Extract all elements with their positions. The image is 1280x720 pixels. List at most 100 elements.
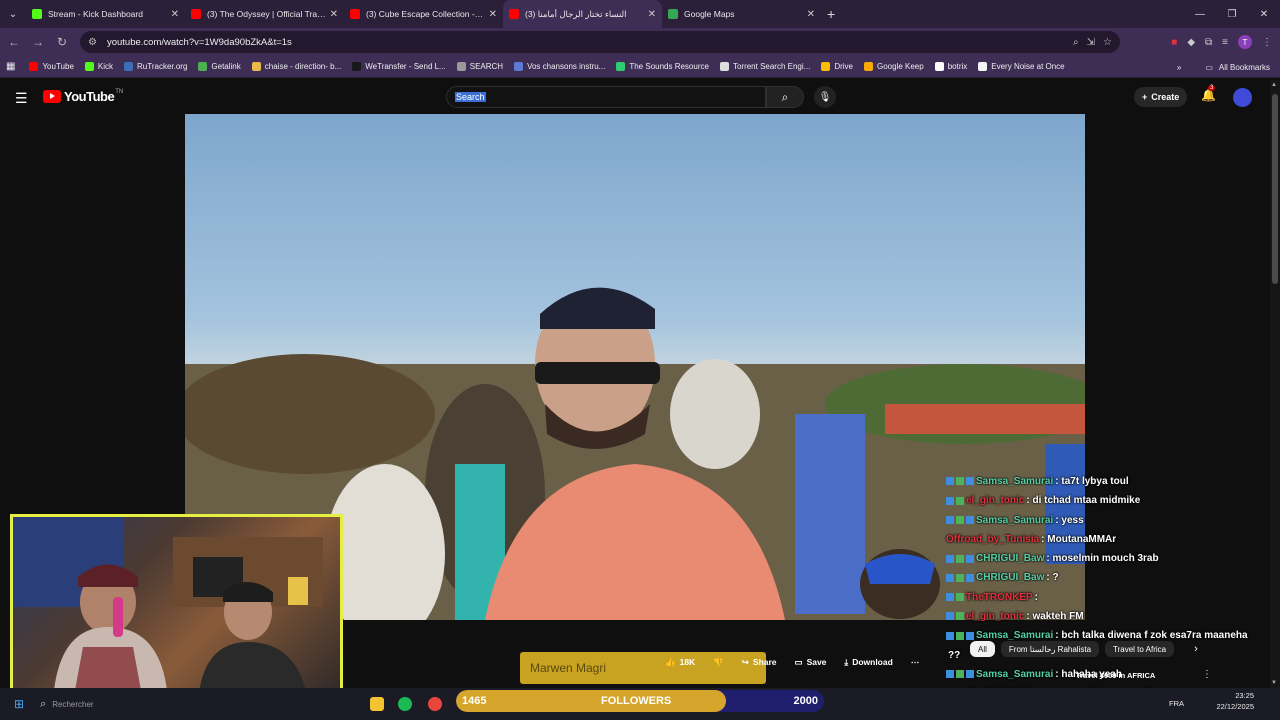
bookmark-item[interactable]: chaise - direction- b... (251, 62, 341, 71)
notifications-button[interactable]: 🔔 3 (1201, 85, 1216, 102)
site-info-icon[interactable]: ⚙ (88, 37, 97, 48)
close-tab-icon[interactable]: ✕ (171, 9, 179, 20)
forward-icon[interactable]: → (26, 35, 50, 49)
close-tab-icon[interactable]: ✕ (807, 9, 815, 20)
search-input[interactable]: Search (446, 86, 766, 108)
bookmark-item[interactable]: Torrent Search Engi... (719, 62, 810, 71)
install-icon[interactable]: ⇲ (1087, 37, 1095, 48)
up-next-title[interactable]: Travel 4000 in AFRICA (1076, 671, 1155, 680)
bookmark-item[interactable]: Every Noise at Once (978, 62, 1065, 71)
bookmark-star-icon[interactable]: ☆ (1103, 37, 1112, 48)
taskbar-search-icon[interactable]: ⌕ (40, 698, 46, 711)
clock-time[interactable]: 23:25 (1216, 690, 1254, 701)
close-window-icon[interactable]: ✕ (1248, 0, 1280, 28)
bookmark-item[interactable]: The Sounds Resource (616, 62, 709, 71)
scroll-up-icon[interactable]: ▲ (1271, 82, 1277, 88)
file-explorer-icon[interactable] (370, 697, 384, 711)
bookmark-item[interactable]: YouTube (29, 62, 74, 71)
chat-badge-icon (956, 593, 964, 602)
scrollbar-thumb[interactable] (1272, 94, 1278, 284)
youtube-icon (509, 9, 519, 19)
followers-goal: 2000 (793, 695, 818, 707)
tab-search-icon[interactable]: ⌄ (0, 0, 26, 28)
download-button[interactable]: ⤓ Download (839, 653, 897, 671)
bookmark-item[interactable]: botrix (934, 62, 968, 71)
media-icon[interactable]: ≡ (1222, 37, 1228, 48)
chat-username[interactable]: CHRIGUI_Baw (976, 553, 1044, 564)
chat-username[interactable]: el_gin_tonic (966, 611, 1024, 622)
bookmark-item[interactable]: SEARCH (456, 62, 503, 71)
browser-tab[interactable]: (3) النساء تختار الرجال أمامنا ✕ (503, 0, 662, 28)
start-icon[interactable]: ⊞ (14, 697, 24, 711)
download-label: Download (852, 657, 893, 667)
minimize-icon[interactable]: — (1184, 0, 1216, 28)
chip-travel[interactable]: Travel to Africa (1105, 641, 1175, 657)
chat-username[interactable]: Samsa_Samurai (976, 669, 1053, 680)
close-tab-icon[interactable]: ✕ (489, 9, 497, 20)
bookmark-item[interactable]: Google Keep (864, 62, 924, 71)
bookmark-item[interactable]: RuTracker.org (124, 62, 187, 71)
account-avatar[interactable] (1233, 88, 1252, 107)
chat-username[interactable]: el_gin_tonic (966, 495, 1024, 506)
more-actions-icon[interactable]: ⋯ (906, 653, 925, 671)
close-tab-icon[interactable]: ✕ (648, 9, 656, 20)
menu-hamburger-icon[interactable]: ☰ (15, 90, 28, 107)
more-options-icon[interactable]: ⋮ (1202, 669, 1212, 680)
chat-username[interactable]: CHRIGUI_Baw (976, 572, 1044, 583)
dislike-button[interactable]: 👎 (708, 653, 729, 671)
chip-from-channel[interactable]: From رحالستا Rahalista (1000, 641, 1100, 657)
chrome-icon[interactable] (428, 697, 442, 711)
all-bookmarks-link[interactable]: All Bookmarks (1219, 63, 1270, 72)
bookmark-item[interactable]: Drive (821, 62, 853, 71)
address-bar[interactable]: ⚙ youtube.com/watch?v=1W9da90bZkA&t=1s ⌕… (80, 31, 1120, 53)
close-tab-icon[interactable]: ✕ (330, 9, 338, 20)
reload-icon[interactable]: ↻ (50, 35, 74, 49)
save-button[interactable]: ▭ Save (790, 653, 832, 671)
bookmark-favicon-icon (124, 62, 134, 71)
chat-badge-icon (946, 477, 954, 486)
chat-message: el_gin_tonic: wakteh FM (946, 607, 1276, 626)
bookmark-favicon-icon (84, 62, 94, 71)
more-bookmarks-icon[interactable]: » (1177, 63, 1181, 72)
new-tab-button[interactable]: + (827, 6, 835, 22)
bookmark-item[interactable]: Vos chansons instru... (514, 62, 605, 71)
maximize-icon[interactable]: ❐ (1216, 0, 1248, 28)
share-button[interactable]: ↪ Share (737, 653, 782, 671)
browser-tab[interactable]: Stream - Kick Dashboard ✕ (26, 0, 185, 28)
puzzle-icon[interactable]: ⧉ (1205, 37, 1212, 48)
browser-tab[interactable]: (3) Cube Escape Collection - Of ✕ (344, 0, 503, 28)
extension-icon[interactable]: ◆ (1187, 37, 1195, 48)
chevron-right-icon[interactable]: › (1194, 643, 1198, 655)
youtube-logo[interactable]: YouTube TN (43, 89, 123, 104)
search-button[interactable]: ⌕ (766, 86, 804, 108)
bookmark-item[interactable]: Getalink (198, 62, 241, 71)
create-button[interactable]: + Create (1134, 87, 1188, 107)
voice-search-button[interactable]: 🎙 (814, 86, 836, 108)
browser-tab[interactable]: (3) The Odyssey | Official Trailer ✕ (185, 0, 344, 28)
like-button[interactable]: 👍 18K (660, 653, 700, 671)
bookmark-item[interactable]: WeTransfer - Send L... (352, 62, 446, 71)
clock-date[interactable]: 22/12/2025 (1216, 701, 1254, 712)
profile-avatar[interactable]: T (1238, 35, 1252, 49)
chip-all[interactable]: All (970, 641, 995, 657)
menu-dots-icon[interactable]: ⋮ (1262, 37, 1272, 48)
taskbar-search-input[interactable]: Rechercher (52, 700, 93, 709)
chat-badge-icon (966, 573, 974, 582)
chat-username[interactable]: Offroad_by_Tunisia (946, 534, 1039, 545)
chat-username[interactable]: Samsa_Samurai (976, 476, 1053, 487)
chat-username[interactable]: TheTRONKEP (966, 592, 1033, 603)
thumbs-up-icon: 👍 (665, 656, 676, 667)
bookmark-label: botrix (947, 62, 968, 71)
language-indicator[interactable]: FRA (1169, 698, 1184, 709)
zoom-icon[interactable]: ⌕ (1073, 37, 1079, 48)
back-icon[interactable]: ← (2, 35, 26, 49)
chat-username[interactable]: Samsa_Samurai (976, 515, 1053, 526)
chat-badge-icon (956, 515, 964, 524)
microphone-icon: 🎙 (818, 91, 832, 103)
bookmark-label: Getalink (211, 62, 241, 71)
apps-grid-icon[interactable]: ▦ (6, 61, 15, 72)
bookmark-item[interactable]: Kick (84, 62, 113, 71)
spotify-icon[interactable] (398, 697, 412, 711)
browser-tab[interactable]: Google Maps ✕ (662, 0, 821, 28)
extension-icon[interactable]: ■ (1171, 37, 1177, 48)
